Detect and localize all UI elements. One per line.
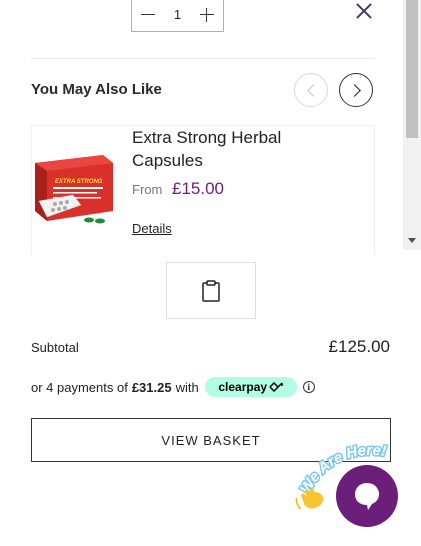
product-card: EXTRA STRONG Extra Strong Herbal Capsule… [31, 125, 375, 255]
installments-info: or 4 payments of £31.25 with clearpay i [31, 377, 315, 397]
clearpay-badge: clearpay [204, 377, 297, 397]
subtotal-label: Subtotal [31, 340, 79, 355]
price-from-label: From [132, 182, 163, 197]
installment-prefix: or 4 payments of [31, 379, 128, 395]
clearpay-wordmark: clearpay [218, 380, 268, 394]
quantity-value[interactable]: 1 [174, 7, 181, 22]
installment-with: with [175, 379, 199, 395]
scrollbar-thumb[interactable] [406, 0, 418, 138]
carousel-next-button[interactable] [339, 73, 373, 107]
product-price: £15.00 [172, 179, 224, 198]
recommendations-title: You May Also Like [31, 81, 162, 98]
chat-widget: We Are Here! [290, 425, 421, 546]
product-image[interactable]: EXTRA STRONG [33, 141, 114, 226]
clipboard-icon [202, 279, 220, 302]
carousel-prev-button[interactable] [294, 73, 328, 107]
plus-icon[interactable] [199, 7, 215, 23]
clearpay-arrows-icon [269, 382, 283, 392]
chat-bubble-icon [355, 483, 379, 510]
info-icon[interactable]: i [302, 381, 315, 393]
divider [31, 58, 375, 59]
installment-amount: £31.25 [131, 379, 172, 395]
order-note-button[interactable] [166, 262, 256, 319]
product-name[interactable]: Extra Strong Herbal Capsules [132, 126, 352, 172]
chevron-left-icon [306, 83, 320, 97]
scrollbar-down-arrow[interactable] [408, 238, 416, 243]
chevron-right-icon [347, 83, 361, 97]
chat-button[interactable] [336, 465, 398, 527]
details-link[interactable]: Details [132, 221, 172, 236]
quantity-stepper: 1 [131, 0, 224, 32]
close-icon[interactable] [355, 2, 373, 20]
scrollbar[interactable] [403, 0, 421, 250]
product-image-label: EXTRA STRONG [55, 179, 103, 185]
subtotal-value: £125.00 [328, 337, 390, 356]
minus-icon[interactable] [140, 7, 156, 23]
